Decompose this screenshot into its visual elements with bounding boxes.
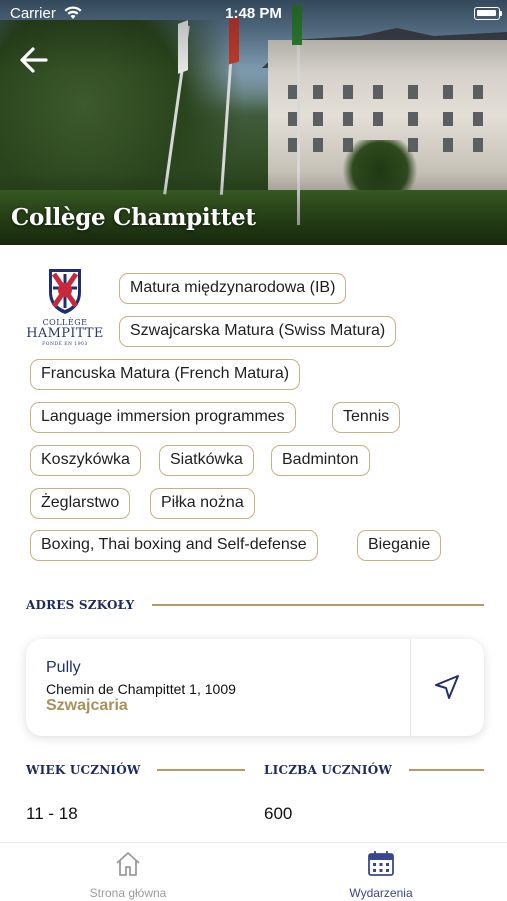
- address-card: Pully Chemin de Champittet 1, 1009 Szwaj…: [26, 639, 484, 736]
- home-icon: [116, 852, 140, 876]
- tab-events[interactable]: Wydarzenia: [311, 843, 451, 901]
- calendar-icon: [368, 851, 394, 876]
- logo-text-founded: FONDÉ EN 1903: [42, 342, 88, 347]
- tab-bar: Strona główna Wydarzenia: [0, 842, 507, 901]
- address-country: Szwajcaria: [46, 697, 128, 714]
- tag-chip: Matura międzynarodowa (IB): [119, 273, 347, 304]
- age-value: 11 - 18: [26, 804, 78, 823]
- status-bar: Carrier 1:48 PM: [0, 0, 507, 28]
- tag-chip: Francuska Matura (French Matura): [30, 359, 301, 390]
- tag-chip: Koszykówka: [30, 445, 141, 476]
- clock: 1:48 PM: [225, 5, 282, 22]
- tag-chip: Tennis: [332, 402, 401, 433]
- battery-icon: [474, 7, 502, 20]
- students-count-heading: LICZBA UCZNIÓW: [264, 763, 393, 777]
- age-heading: WIEK UCZNIÓW: [26, 763, 141, 777]
- tag-chip: Bieganie: [357, 530, 442, 561]
- tag-chip: Piłka nożna: [150, 488, 255, 519]
- tag-chip: Boxing, Thai boxing and Self-defense: [30, 530, 318, 561]
- tag-chip: Language immersion programmes: [30, 402, 296, 433]
- tab-home[interactable]: Strona główna: [58, 843, 198, 901]
- address-heading: ADRES SZKOŁY: [26, 598, 135, 612]
- back-arrow-icon: [20, 47, 48, 73]
- section-divider: [409, 769, 484, 771]
- tag-chip: Szwajcarska Matura (Swiss Matura): [119, 316, 397, 347]
- navigation-arrow-icon: [435, 675, 459, 699]
- logo-text-name: HAMPITTE: [26, 326, 104, 341]
- back-button[interactable]: [18, 44, 50, 76]
- tab-events-label: Wydarzenia: [349, 886, 413, 900]
- tag-chip: Badminton: [271, 445, 370, 476]
- tab-home-label: Strona główna: [89, 886, 167, 900]
- tag-chip: Siatkówka: [159, 445, 254, 476]
- students-count-value: 600: [264, 804, 293, 823]
- section-divider: [157, 769, 245, 771]
- section-divider: [152, 604, 484, 606]
- address-city: Pully: [46, 659, 81, 676]
- navigate-button[interactable]: [411, 639, 484, 736]
- address-street: Chemin de Champittet 1, 1009: [46, 681, 236, 697]
- school-title: Collège Champittet: [11, 204, 256, 231]
- tag-chip: Żeglarstwo: [30, 488, 131, 519]
